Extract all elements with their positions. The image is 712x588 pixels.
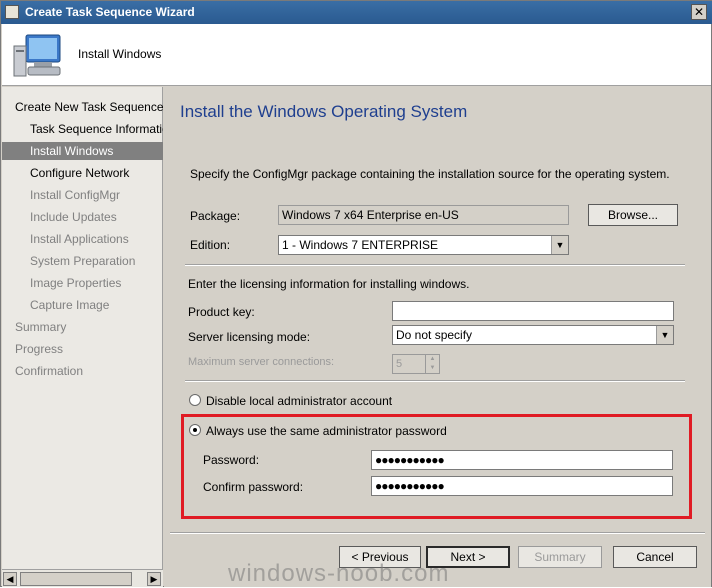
nav-item[interactable]: Configure Network bbox=[2, 164, 163, 182]
same-password-label[interactable]: Always use the same administrator passwo… bbox=[206, 424, 447, 438]
product-key-input[interactable] bbox=[392, 301, 674, 321]
scroll-right-icon[interactable]: ▶ bbox=[147, 572, 161, 586]
nav-item[interactable]: Install ConfigMgr bbox=[2, 186, 163, 204]
summary-button: Summary bbox=[518, 546, 602, 568]
disable-admin-label[interactable]: Disable local administrator account bbox=[206, 394, 392, 408]
same-password-radio[interactable] bbox=[189, 424, 201, 436]
title-bar: Create Task Sequence Wizard ✕ bbox=[1, 1, 712, 24]
wizard-header: Install Windows bbox=[2, 24, 711, 86]
nav-scrollbar[interactable]: ◀ ▶ bbox=[2, 569, 163, 587]
intro-text: Specify the ConfigMgr package containing… bbox=[190, 167, 670, 181]
browse-button[interactable]: Browse... bbox=[588, 204, 678, 226]
server-mode-dropdown[interactable]: Do not specify ▼ bbox=[392, 325, 674, 345]
package-label: Package: bbox=[190, 209, 241, 223]
wizard-app-icon bbox=[5, 5, 19, 19]
stepper-down-icon: ▼ bbox=[425, 364, 439, 373]
password-label: Password: bbox=[203, 453, 260, 467]
page-heading: Install the Windows Operating System bbox=[180, 102, 468, 121]
max-connections-label: Maximum server connections: bbox=[188, 356, 335, 368]
nav-item[interactable]: Capture Image bbox=[2, 296, 163, 314]
wizard-nav: Create New Task Sequence Task Sequence In… bbox=[2, 87, 163, 569]
disable-admin-radio[interactable] bbox=[189, 394, 201, 406]
chevron-down-icon[interactable]: ▼ bbox=[551, 236, 568, 254]
nav-item[interactable]: System Preparation bbox=[2, 252, 163, 270]
nav-item[interactable]: Confirmation bbox=[2, 362, 163, 380]
nav-item[interactable]: Install Applications bbox=[2, 230, 163, 248]
cancel-button[interactable]: Cancel bbox=[613, 546, 697, 568]
licensing-intro: Enter the licensing information for inst… bbox=[188, 277, 470, 291]
nav-item[interactable]: Summary bbox=[2, 318, 163, 336]
server-mode-value: Do not specify bbox=[396, 328, 473, 342]
nav-item[interactable]: Progress bbox=[2, 340, 163, 358]
close-icon[interactable]: ✕ bbox=[691, 4, 707, 20]
edition-label: Edition: bbox=[190, 238, 231, 252]
watermark: windows-noob.com bbox=[228, 560, 450, 587]
divider bbox=[185, 264, 685, 266]
confirm-password-label: Confirm password: bbox=[203, 480, 304, 494]
max-connections-stepper: 5 ▲ ▼ bbox=[392, 354, 440, 374]
header-title: Install Windows bbox=[78, 47, 162, 61]
edition-dropdown[interactable]: 1 - Windows 7 ENTERPRISE ▼ bbox=[278, 235, 569, 255]
server-mode-label: Server licensing mode: bbox=[188, 330, 311, 344]
confirm-password-input[interactable]: ●●●●●●●●●●● bbox=[371, 476, 673, 496]
max-connections-value: 5 bbox=[396, 358, 403, 370]
package-field: Windows 7 x64 Enterprise en-US bbox=[278, 205, 569, 225]
divider bbox=[185, 380, 685, 382]
footer-divider bbox=[170, 532, 705, 534]
computer-icon bbox=[13, 34, 61, 77]
window-title: Create Task Sequence Wizard bbox=[25, 5, 195, 19]
nav-item[interactable]: Install Windows bbox=[2, 142, 163, 160]
password-input[interactable]: ●●●●●●●●●●● bbox=[371, 450, 673, 470]
product-key-label: Product key: bbox=[188, 305, 255, 319]
nav-item[interactable]: Task Sequence Information bbox=[2, 120, 163, 138]
chevron-down-icon[interactable]: ▼ bbox=[656, 326, 673, 344]
scroll-thumb[interactable] bbox=[20, 572, 132, 586]
stepper-up-icon: ▲ bbox=[425, 355, 439, 364]
nav-item[interactable]: Include Updates bbox=[2, 208, 163, 226]
scroll-left-icon[interactable]: ◀ bbox=[3, 572, 17, 586]
edition-value: 1 - Windows 7 ENTERPRISE bbox=[282, 238, 439, 252]
nav-item[interactable]: Create New Task Sequence bbox=[2, 98, 163, 116]
nav-item[interactable]: Image Properties bbox=[2, 274, 163, 292]
